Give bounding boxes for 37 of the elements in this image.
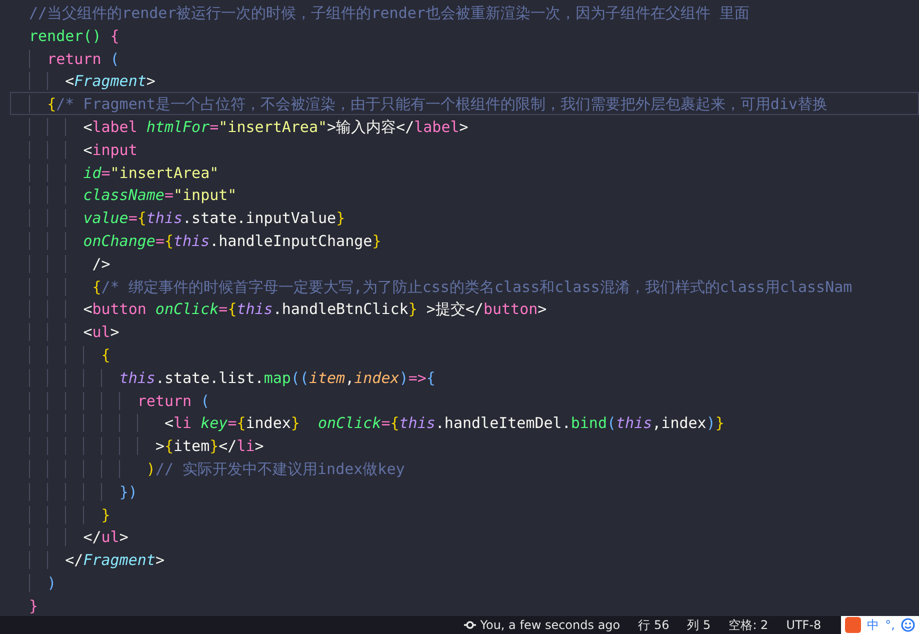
code-line: <li key={index} onClick={this.handleItemDel.bind(this,index)} <box>29 412 724 436</box>
code-line: )// 实际开发中不建议用index做key <box>29 458 405 481</box>
code-line: <ul> <box>29 321 120 344</box>
code-line: <label htmlFor="insertArea">输入内容</label> <box>29 116 468 139</box>
code-line: {/* 绑定事件的时候首字母一定要大写,为了防止css的类名class和class混淆，我们样式的class用classNam <box>29 276 852 298</box>
code-line: return ( <box>29 48 120 70</box>
code-line: this.state.list.map((item,index)=>{ <box>29 366 436 390</box>
commit-icon <box>464 619 476 631</box>
code-line: } <box>29 596 38 617</box>
code-line: <input <box>29 138 138 162</box>
code-line: <Fragment> <box>29 70 156 94</box>
status-item[interactable]: 行 56 <box>638 616 670 634</box>
smiley-icon[interactable] <box>901 618 915 632</box>
code-line: /> <box>29 252 110 276</box>
status-item[interactable]: 空格: 2 <box>728 616 768 634</box>
code-line: return ( <box>29 390 210 412</box>
code-line: </Fragment> <box>29 549 164 572</box>
code-line: }) <box>29 480 138 504</box>
ime-logo-icon[interactable] <box>845 617 862 633</box>
code-line: //当父组件的render被运行一次的时候，子组件的render也会被重新渲染一次，因为子组件在父组件 里面 <box>29 3 750 24</box>
code-line: render() { <box>29 26 120 47</box>
code-line: <button onClick={this.handleBtnClick} >提交</button> <box>29 298 547 322</box>
ime-toggle[interactable]: °, <box>885 618 895 632</box>
code-line: </ul> <box>29 526 128 550</box>
code-line: } <box>29 504 110 526</box>
ime-toggle[interactable]: 中 <box>867 616 880 634</box>
status-item[interactable]: You, a few seconds ago <box>480 618 620 632</box>
status-item[interactable]: 列 5 <box>687 616 711 634</box>
code-line: { <box>29 344 110 367</box>
code-line: onChange={this.handleInputChange} <box>29 230 382 253</box>
code-line: className="input" <box>29 184 237 208</box>
code-line: >{item}</li> <box>29 435 264 458</box>
code-line: ) <box>29 572 56 595</box>
code-line: {/* Fragment是一个占位符，不会被渲染，由于只能有一个根组件的限制，我们需要把外层包裹起来，可用div替换 <box>29 93 828 116</box>
status-item[interactable]: UTF-8 <box>786 618 822 632</box>
code-line: value={this.state.inputValue} <box>29 207 346 230</box>
code-line: id="insertArea" <box>29 162 219 184</box>
